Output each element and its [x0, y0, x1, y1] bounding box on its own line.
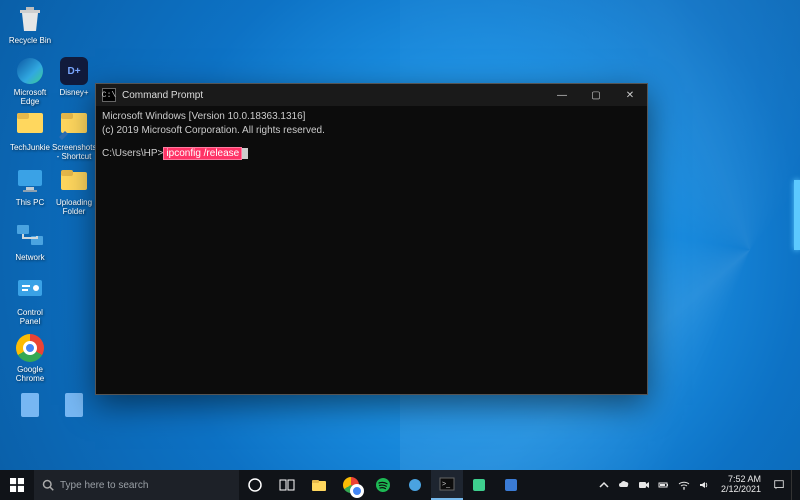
task-view-button[interactable] — [271, 470, 303, 500]
svg-text:>_: >_ — [442, 481, 450, 488]
taskbar-pinned: >_ — [239, 470, 527, 500]
cmd-title: Command Prompt — [122, 90, 545, 101]
minimize-button[interactable]: — — [545, 84, 579, 106]
edge-label: Microsoft Edge — [8, 89, 52, 107]
techjunkie-icon[interactable]: TechJunkie — [8, 110, 52, 153]
control-panel-icon[interactable]: Control Panel — [8, 275, 52, 327]
close-button[interactable]: ✕ — [613, 84, 647, 106]
this-pc-icon[interactable]: This PC — [8, 165, 52, 208]
cmd-prompt-line: C:\Users\HP>ipconfig /release — [102, 147, 641, 161]
edge-icon[interactable]: Microsoft Edge — [8, 55, 52, 107]
tray-chevron-up-icon[interactable] — [595, 479, 613, 491]
onedrive-tray-icon[interactable] — [615, 479, 633, 491]
start-button[interactable] — [0, 470, 34, 500]
cmd-app-icon: C:\ — [102, 88, 116, 102]
taskbar-blue-app-icon[interactable] — [495, 470, 527, 500]
system-tray: 7:52 AM 2/12/2021 — [595, 470, 800, 500]
cmd-body[interactable]: Microsoft Windows [Version 10.0.18363.13… — [96, 106, 647, 165]
stray-file-1-icon[interactable] — [8, 390, 52, 424]
taskbar-clock[interactable]: 7:52 AM 2/12/2021 — [715, 475, 767, 495]
techjunkie-label: TechJunkie — [8, 144, 52, 153]
action-center-icon[interactable] — [769, 479, 789, 491]
taskbar-app-generic-icon[interactable] — [399, 470, 431, 500]
chrome-label: Google Chrome — [8, 366, 52, 384]
meet-now-icon[interactable] — [635, 479, 653, 491]
disney-label: Disney+ — [52, 89, 96, 98]
spotify-taskbar-icon[interactable] — [367, 470, 399, 500]
cmd-titlebar[interactable]: C:\ Command Prompt — ▢ ✕ — [96, 84, 647, 106]
wifi-tray-icon[interactable] — [675, 479, 693, 491]
uploading-folder-label: Uploading Folder — [52, 199, 96, 217]
show-desktop-button[interactable] — [791, 470, 796, 500]
recycle-bin-icon[interactable]: Recycle Bin — [8, 3, 52, 46]
cmd-cursor — [242, 148, 248, 159]
taskbar-green-app-icon[interactable] — [463, 470, 495, 500]
spacer — [102, 137, 641, 147]
clock-date: 2/12/2021 — [721, 485, 761, 495]
volume-tray-icon[interactable] — [695, 479, 713, 491]
stray-file-2-icon[interactable] — [52, 390, 96, 424]
maximize-button[interactable]: ▢ — [579, 84, 613, 106]
battery-tray-icon[interactable] — [655, 479, 673, 491]
control-panel-label: Control Panel — [8, 309, 52, 327]
cmd-prompt: C:\Users\HP> — [102, 148, 163, 159]
explorer-taskbar-icon[interactable] — [303, 470, 335, 500]
command-prompt-window[interactable]: C:\ Command Prompt — ▢ ✕ Microsoft Windo… — [95, 83, 648, 395]
network-label: Network — [8, 254, 52, 263]
disney-icon[interactable]: D+ Disney+ — [52, 55, 96, 98]
recycle-bin-label: Recycle Bin — [8, 37, 52, 46]
network-icon[interactable]: Network — [8, 220, 52, 263]
cmd-typed-command: ipconfig /release — [163, 147, 242, 160]
cmd-taskbar-icon[interactable]: >_ — [431, 470, 463, 500]
cmd-line-version: Microsoft Windows [Version 10.0.18363.13… — [102, 110, 641, 124]
uploading-folder-icon[interactable]: Uploading Folder — [52, 165, 96, 217]
search-box[interactable]: Type here to search — [34, 470, 239, 500]
chrome-desktop-icon[interactable]: Google Chrome — [8, 332, 52, 384]
screenshots-shortcut-label: Screenshots - Shortcut — [52, 144, 96, 162]
search-placeholder: Type here to search — [60, 480, 148, 491]
cortana-button[interactable] — [239, 470, 271, 500]
chrome-taskbar-icon[interactable] — [335, 470, 367, 500]
this-pc-label: This PC — [8, 199, 52, 208]
cmd-line-copyright: (c) 2019 Microsoft Corporation. All righ… — [102, 124, 641, 138]
screenshots-shortcut-icon[interactable]: Screenshots - Shortcut — [52, 110, 96, 162]
edge-accent — [794, 180, 800, 250]
taskbar: Type here to search >_ 7:52 AM 2/12/2021 — [0, 470, 800, 500]
